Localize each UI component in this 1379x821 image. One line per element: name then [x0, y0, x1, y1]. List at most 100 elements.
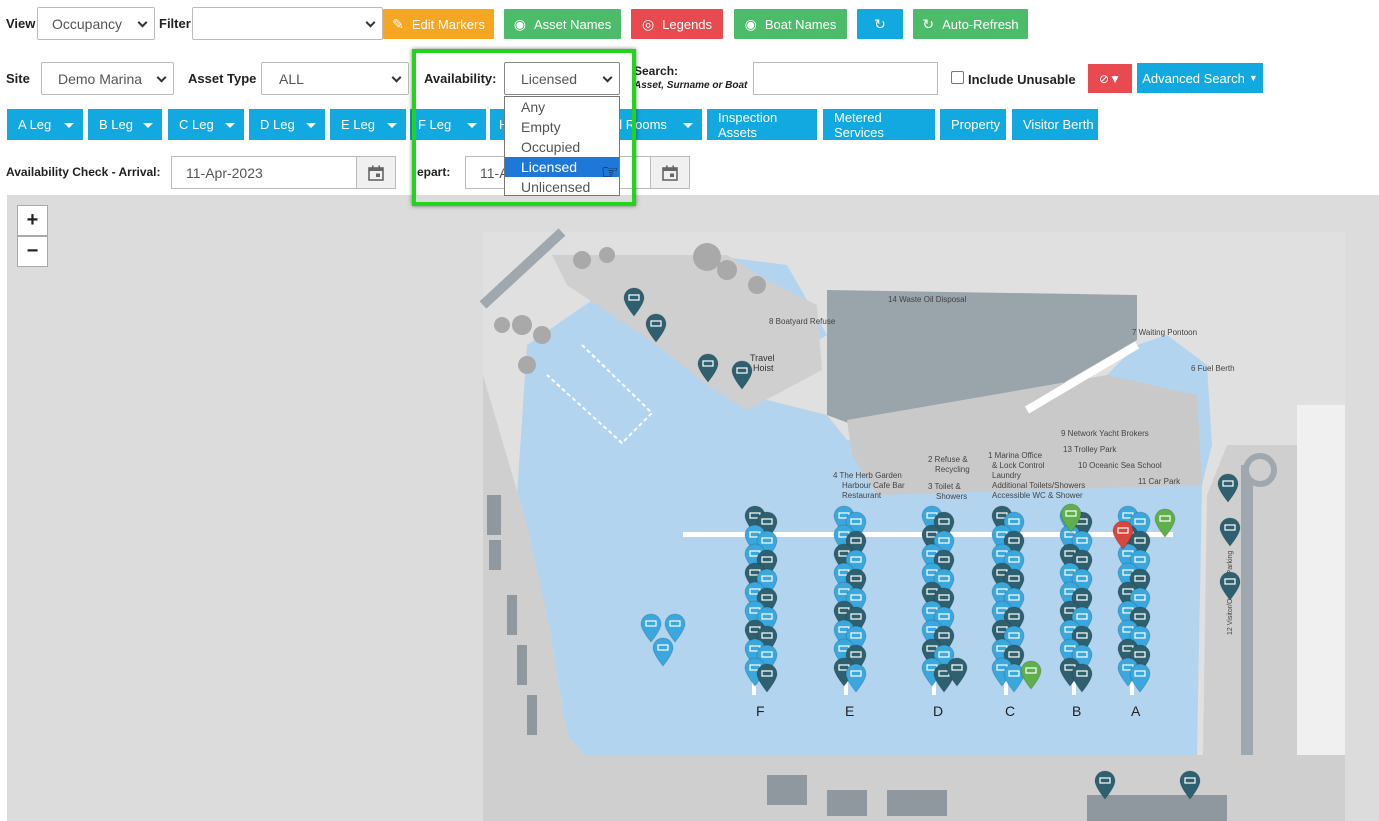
tab-visitor-berth[interactable]: Visitor Berth	[1012, 109, 1098, 140]
filter-label: Filter	[159, 16, 191, 31]
site-label: Site	[6, 71, 30, 86]
asset-type-label: Asset Type	[188, 71, 257, 86]
map-label: 2 Refuse &	[928, 455, 968, 464]
depart-calendar-button[interactable]	[650, 156, 690, 189]
occupied-berth-marker[interactable]	[1219, 571, 1241, 601]
refresh-icon: ↻	[874, 15, 886, 32]
occupied-berth-marker[interactable]	[697, 353, 719, 383]
caret-down-icon	[143, 123, 153, 128]
leg-letter-a: A	[1131, 703, 1141, 719]
advanced-search-button[interactable]: Advanced Search ▼	[1137, 63, 1263, 93]
calendar-icon	[662, 165, 678, 181]
leg-letter-f: F	[756, 703, 765, 719]
tab-b-leg[interactable]: B Leg	[88, 109, 162, 140]
map-label: Showers	[936, 492, 968, 501]
availability-highlight-box	[412, 49, 636, 206]
east-road	[1297, 405, 1345, 815]
caret-down-icon	[225, 123, 235, 128]
occupied-berth-marker[interactable]	[645, 313, 667, 343]
roundabout	[1243, 453, 1277, 487]
caret-down-icon	[64, 123, 74, 128]
occupied-berth-marker[interactable]	[1219, 517, 1241, 547]
marina-map[interactable]: 14 Waste Oil Disposal 8 Boatyard Refuse …	[7, 195, 1379, 821]
tab-a-leg[interactable]: A Leg	[7, 109, 83, 140]
map-label: 10 Oceanic Sea School	[1078, 461, 1162, 470]
chevron-down-icon: ▼	[1248, 73, 1258, 83]
boat-names-button[interactable]: ◉ Boat Names	[734, 9, 847, 39]
licensed-berth-marker[interactable]	[1020, 660, 1042, 690]
advanced-search-label: Advanced Search	[1142, 70, 1245, 86]
occupied-berth-marker[interactable]	[946, 657, 968, 687]
tab-c-leg-label: C Leg	[179, 117, 214, 132]
arrival-date-input[interactable]: 11-Apr-2023	[171, 156, 357, 189]
clear-filter-button[interactable]: ⊘▼	[1088, 64, 1132, 93]
occupied-berth-marker[interactable]	[1094, 770, 1116, 800]
licensed-berth-marker[interactable]	[1060, 503, 1082, 533]
arrival-calendar-button[interactable]	[356, 156, 396, 189]
available-berth-marker[interactable]	[845, 663, 867, 693]
filter-select[interactable]	[192, 7, 383, 40]
tab-c-leg[interactable]: C Leg	[168, 109, 244, 140]
chevron-down-icon	[391, 72, 402, 83]
map-label: 11 Car Park	[1138, 477, 1181, 486]
tab-property[interactable]: Property	[940, 109, 1006, 140]
overdue-berth-marker[interactable]	[1112, 520, 1134, 550]
search-label: Search:	[634, 64, 679, 78]
filter-clear-icon: ⊘▼	[1099, 71, 1121, 86]
tab-e-leg[interactable]: E Leg	[330, 109, 406, 140]
map-label: 13 Trolley Park	[1063, 445, 1117, 454]
map-label: Restaurant	[842, 491, 882, 500]
view-select-value: Occupancy	[52, 15, 123, 32]
leg-letter-c: C	[1005, 703, 1016, 719]
edit-markers-label: Edit Markers	[411, 16, 485, 32]
map-label: Additional Toilets/Showers	[992, 481, 1086, 490]
tab-b-leg-label: B Leg	[99, 117, 133, 132]
map-label: Accessible WC & Shower	[992, 491, 1083, 500]
available-berth-marker[interactable]	[652, 637, 674, 667]
edit-markers-button[interactable]: ✎ Edit Markers	[383, 9, 494, 39]
include-unusable-checkbox[interactable]	[951, 71, 964, 84]
map-label: 7 Waiting Pontoon	[1132, 328, 1198, 337]
available-berth-marker[interactable]	[1129, 663, 1151, 693]
leg-letter-e: E	[845, 703, 855, 719]
search-input[interactable]	[753, 62, 938, 95]
auto-refresh-button[interactable]: ↻ Auto-Refresh	[913, 9, 1028, 39]
site-select[interactable]: Demo Marina	[41, 62, 174, 95]
map-label: 14 Waste Oil Disposal	[888, 295, 967, 304]
map-label: Hoist	[753, 363, 774, 373]
map-label: 3 Toilet &	[928, 482, 961, 491]
tab-d-leg[interactable]: D Leg	[249, 109, 325, 140]
search-hint: Asset, Surname or Boat	[634, 80, 748, 91]
licensed-berth-marker[interactable]	[1154, 508, 1176, 538]
asset-names-button[interactable]: ◉ Asset Names	[504, 9, 621, 39]
tab-visitor-berth-label: Visitor Berth	[1023, 117, 1094, 132]
map-label: Harbour Cafe Bar	[842, 481, 905, 490]
legends-label: Legends	[662, 16, 713, 32]
occupied-berth-marker[interactable]	[623, 287, 645, 317]
view-select[interactable]: Occupancy	[37, 7, 155, 40]
occupied-berth-marker[interactable]	[756, 663, 778, 693]
occupied-berth-marker[interactable]	[1217, 473, 1239, 503]
tab-metered-services[interactable]: Metered Services	[823, 109, 935, 140]
map-label: 8 Boatyard Refuse	[769, 317, 836, 326]
legends-button[interactable]: ◎ Legends	[631, 9, 723, 39]
occupied-berth-marker[interactable]	[1071, 663, 1093, 693]
eye-icon: ◉	[744, 15, 757, 32]
leg-letter-d: D	[933, 703, 944, 719]
map-label: Travel	[750, 353, 775, 363]
map-label: 9 Network Yacht Brokers	[1061, 429, 1149, 438]
include-unusable-label: Include Unusable	[968, 72, 1076, 87]
refresh-button[interactable]: ↻	[857, 9, 903, 39]
occupied-berth-marker[interactable]	[1179, 770, 1201, 800]
tab-property-label: Property	[951, 117, 1001, 132]
pencil-icon: ✎	[392, 15, 404, 32]
tab-e-leg-label: E Leg	[341, 117, 375, 132]
tab-inspection-assets-label: Inspection Assets	[718, 109, 778, 140]
site-select-value: Demo Marina	[58, 70, 143, 87]
zoom-in-button[interactable]: +	[17, 205, 48, 236]
asset-type-select-value: ALL	[279, 70, 304, 87]
tab-inspection-assets[interactable]: Inspection Assets	[707, 109, 817, 140]
zoom-out-button[interactable]: −	[17, 236, 48, 267]
occupied-berth-marker[interactable]	[731, 360, 753, 390]
asset-type-select[interactable]: ALL	[261, 62, 409, 95]
